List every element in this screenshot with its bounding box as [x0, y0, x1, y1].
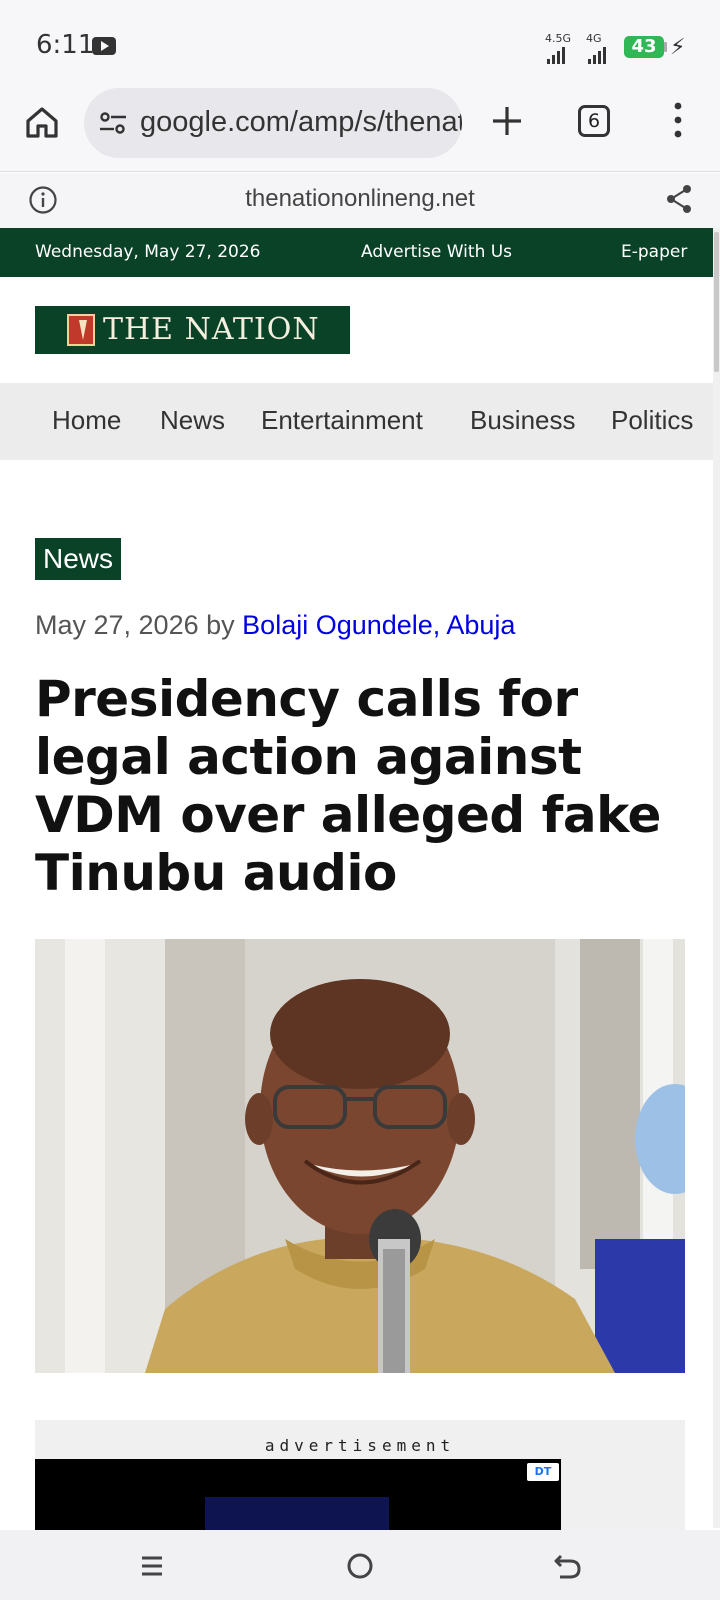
youtube-notification-icon — [92, 37, 116, 55]
amp-viewer-bar: thenationonlineng.net — [0, 173, 720, 228]
logo-emblem-icon — [67, 314, 95, 346]
browser-toolbar: google.com/amp/s/thenationonlineng.net 6 — [0, 86, 720, 172]
portrait-illustration — [35, 939, 685, 1373]
byline-by: by — [206, 610, 235, 640]
advertise-link[interactable]: Advertise With Us — [361, 242, 512, 262]
home-circle-icon[interactable] — [344, 1550, 376, 1582]
advertisement-slot: advertisement DT — [35, 1420, 685, 1530]
ad-creative[interactable]: DT — [35, 1459, 561, 1530]
logo-text: THE NATION — [103, 312, 320, 347]
author-link[interactable]: Bolaji Ogundele, Abuja — [242, 610, 515, 640]
home-icon[interactable] — [24, 104, 60, 140]
status-time: 6:11 — [36, 30, 95, 60]
advertisement-label: advertisement — [264, 1436, 456, 1455]
tab-switcher-button[interactable]: 6 — [578, 105, 610, 137]
epaper-link[interactable]: E-paper — [621, 242, 687, 262]
battery-nub — [664, 42, 667, 52]
charging-icon: ⚡ — [670, 34, 686, 59]
address-bar[interactable]: google.com/amp/s/thenationonlineng.net — [84, 88, 462, 158]
system-navigation-bar — [0, 1530, 720, 1600]
article-meta: May 27, 2026 by Bolaji Ogundele, Abuja — [35, 610, 515, 641]
recent-apps-icon[interactable] — [136, 1550, 168, 1582]
share-icon[interactable] — [664, 183, 694, 215]
main-navigation: Home News Entertainment Business Politic… — [0, 383, 713, 460]
site-settings-icon[interactable] — [98, 108, 128, 138]
more-options-icon[interactable] — [668, 100, 688, 140]
current-date: Wednesday, May 27, 2026 — [35, 242, 261, 262]
battery-icon: 43 — [624, 36, 664, 58]
scrollbar-thumb[interactable] — [714, 232, 719, 372]
nav-item-news[interactable]: News — [160, 405, 225, 436]
ad-choices-icon[interactable]: DT — [527, 1463, 559, 1481]
scrollbar-track[interactable] — [713, 228, 720, 1528]
site-top-bar: Wednesday, May 27, 2026 Advertise With U… — [0, 228, 720, 277]
article-photo[interactable] — [35, 939, 685, 1373]
article-headline: Presidency calls for legal action agains… — [35, 670, 661, 902]
status-bar: 6:11 4.5G 4G 43 ⚡ — [0, 0, 720, 86]
new-tab-icon[interactable] — [490, 104, 524, 138]
ad-creative-block — [205, 1497, 389, 1530]
nav-item-entertainment[interactable]: Entertainment — [261, 405, 423, 436]
nav-item-home[interactable]: Home — [52, 405, 121, 436]
url-text[interactable]: google.com/amp/s/thenationonlineng.net — [140, 106, 462, 139]
publish-date: May 27, 2026 — [35, 610, 199, 640]
site-logo[interactable]: THE NATION — [35, 306, 350, 354]
back-icon[interactable] — [552, 1550, 584, 1582]
nav-item-politics[interactable]: Politics — [611, 405, 693, 436]
amp-source-domain[interactable]: thenationonlineng.net — [0, 185, 720, 213]
nav-item-business[interactable]: Business — [470, 405, 576, 436]
category-badge[interactable]: News — [35, 538, 122, 580]
